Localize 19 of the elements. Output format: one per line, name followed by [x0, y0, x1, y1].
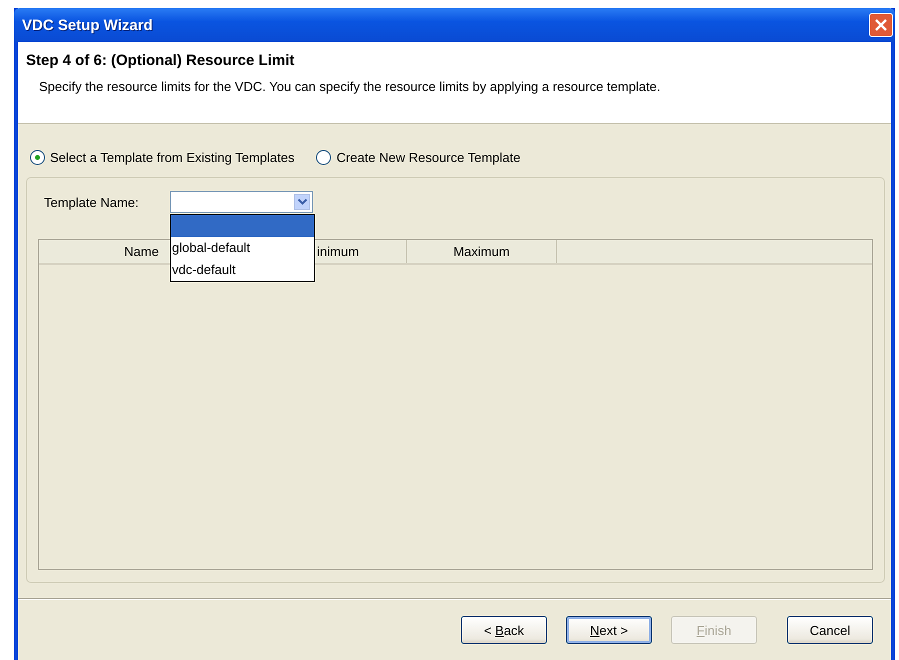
template-dropdown[interactable] [170, 191, 313, 213]
step-title: Step 4 of 6: (Optional) Resource Limit [26, 52, 296, 69]
radio-button[interactable] [316, 150, 332, 164]
column-header[interactable]: Maximum [453, 244, 510, 259]
radio-option[interactable]: Create New Resource Template [316, 150, 520, 164]
step-description: Specify the resource limits for the VDC. You can specify the resource limits by applying a resource template. [39, 79, 662, 94]
column-header[interactable]: Name [124, 244, 159, 259]
radio-option[interactable]: Select a Template from Existing Templates [30, 150, 294, 164]
dropdown-option[interactable]: vdc-default [171, 259, 314, 281]
dropdown-option[interactable]: global-default [171, 237, 314, 259]
column-header[interactable]: inimum [317, 244, 359, 259]
wizard-button[interactable]: < Back [461, 616, 547, 644]
wizard-button[interactable]: Cancel [787, 616, 873, 644]
wizard-button[interactable]: Next > [566, 616, 652, 644]
close-icon [874, 18, 888, 32]
radio-button[interactable] [30, 150, 45, 164]
window-title: VDC Setup Wizard [21, 16, 153, 34]
field-label: Template Name: [43, 194, 140, 210]
close-button[interactable] [869, 13, 893, 37]
